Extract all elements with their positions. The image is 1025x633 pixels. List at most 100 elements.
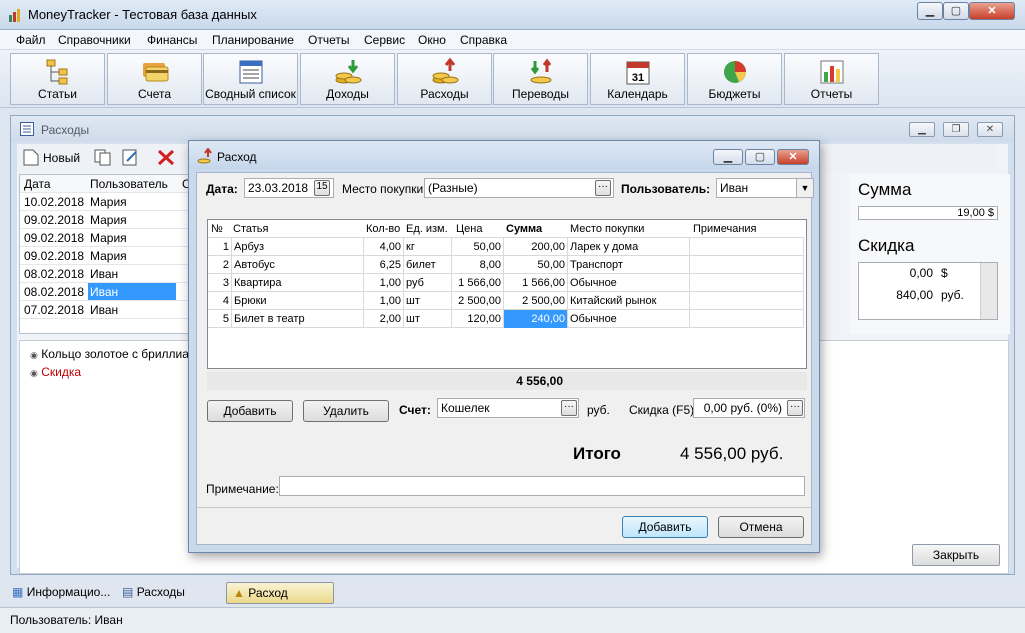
copy-icon[interactable] — [94, 149, 112, 166]
dialog-maximize-button[interactable]: ▢ — [745, 149, 775, 165]
col-header-sum[interactable]: Сумма — [506, 220, 542, 238]
cell-place: Китайский рынок — [568, 292, 690, 310]
list-row[interactable]: 09.02.2018 Мария — [20, 211, 188, 229]
col-header-unit[interactable]: Ед. изм. — [406, 220, 448, 238]
confirm-add-button[interactable]: Добавить — [622, 516, 708, 538]
toolbar-label: Переводы — [512, 87, 569, 101]
column-header-user[interactable]: Пользователь — [90, 177, 168, 191]
table-row[interactable]: 5 Билет в театр 2,00 шт 120,00 240,00 Об… — [208, 310, 804, 328]
table-row[interactable]: 3 Квартира 1,00 руб 1 566,00 1 566,00 Об… — [208, 274, 804, 292]
menu-reports[interactable]: Отчеты — [308, 33, 349, 47]
cell-price: 120,00 — [452, 310, 504, 328]
toolbar-reports-button[interactable]: Отчеты — [784, 53, 879, 105]
close-window-button[interactable]: Закрыть — [912, 544, 1000, 566]
discount-browse-button[interactable]: ··· — [787, 400, 803, 416]
discount-scrollbar[interactable] — [980, 263, 997, 319]
menu-finance[interactable]: Финансы — [147, 33, 197, 47]
coins-up-icon: ▲ — [233, 586, 245, 600]
toolbar-calendar-button[interactable]: 31 Календарь — [590, 53, 685, 105]
child-close-button[interactable]: ✕ — [977, 122, 1003, 137]
menu-service[interactable]: Сервис — [364, 33, 405, 47]
info-item-discount[interactable]: ◉ Скидка — [30, 365, 81, 379]
toolbar-accounts-button[interactable]: Счета — [107, 53, 202, 105]
place-browse-button[interactable]: ··· — [595, 180, 611, 196]
edit-icon[interactable] — [122, 149, 140, 166]
note-field[interactable] — [279, 476, 805, 496]
list-row[interactable]: 10.02.2018 Мария — [20, 193, 188, 211]
col-header-place[interactable]: Место покупки — [570, 220, 644, 238]
toolbar-label: Сводный список — [205, 87, 296, 101]
col-header-article[interactable]: Статья — [233, 220, 268, 238]
maximize-button[interactable]: ▢ — [943, 2, 969, 20]
toolbar-income-button[interactable]: Доходы — [300, 53, 395, 105]
dialog-minimize-button[interactable]: ▁ — [713, 149, 743, 165]
account-label: Счет: — [399, 403, 431, 417]
chevron-down-icon[interactable]: ▼ — [796, 179, 813, 197]
tab-information[interactable]: ▦ Информацио... — [12, 582, 117, 604]
place-field[interactable]: (Разные) — [424, 178, 614, 198]
row-date: 09.02.2018 — [24, 213, 85, 227]
row-date: 07.02.2018 — [24, 303, 85, 317]
col-header-price[interactable]: Цена — [456, 220, 482, 238]
list-row[interactable]: 09.02.2018 Мария — [20, 229, 188, 247]
menu-window[interactable]: Окно — [418, 33, 446, 47]
col-header-qty[interactable]: Кол-во — [366, 220, 400, 238]
toolbar-summary-list-button[interactable]: Сводный список — [203, 53, 298, 105]
cell-sum-selected[interactable]: 240,00 — [504, 310, 568, 328]
cell-unit: шт — [404, 292, 452, 310]
child-minimize-button[interactable]: ▁ — [909, 122, 935, 137]
col-header-num[interactable]: № — [211, 220, 223, 238]
table-row[interactable]: 2 Автобус 6,25 билет 8,00 50,00 Транспор… — [208, 256, 804, 274]
account-field[interactable]: Кошелек — [437, 398, 579, 418]
toolbar-label: Отчеты — [810, 87, 853, 101]
cancel-button[interactable]: Отмена — [718, 516, 804, 538]
sum-heading: Сумма — [858, 180, 912, 199]
status-bar: Пользователь: Иван — [0, 607, 1025, 633]
column-header-date[interactable]: Дата — [24, 177, 51, 191]
discount-list: 0,00 $ 840,00 руб. — [858, 262, 998, 320]
list-row[interactable]: 07.02.2018 Иван — [20, 301, 188, 319]
minimize-button[interactable]: ▁ — [917, 2, 943, 20]
cell-qty: 1,00 — [364, 274, 404, 292]
cell-price: 2 500,00 — [452, 292, 504, 310]
date-label: Дата: — [206, 182, 238, 196]
close-button[interactable]: ✕ — [969, 2, 1015, 20]
menu-references[interactable]: Справочники — [58, 33, 131, 47]
menu-help[interactable]: Справка — [460, 33, 507, 47]
cell-sum: 2 500,00 — [504, 292, 568, 310]
menu-planning[interactable]: Планирование — [212, 33, 294, 47]
child-restore-button[interactable]: ❐ — [943, 122, 969, 137]
menu-bar: Файл Справочники Финансы Планирование От… — [0, 30, 1025, 50]
pie-chart-icon — [724, 61, 746, 83]
info-item[interactable]: ◉ Кольцо золотое с бриллиант — [30, 347, 201, 361]
tab-expenses[interactable]: ▤ Расходы — [122, 582, 222, 604]
col-header-notes[interactable]: Примечания — [693, 220, 757, 238]
list-row[interactable]: 08.02.2018 Иван — [20, 283, 188, 301]
row-user: Иван — [90, 267, 119, 281]
delete-icon[interactable] — [157, 149, 175, 166]
toolbar-articles-button[interactable]: Статьи — [10, 53, 105, 105]
account-browse-button[interactable]: ··· — [561, 400, 577, 416]
new-button[interactable]: Новый — [43, 151, 80, 165]
menu-file[interactable]: Файл — [16, 33, 46, 47]
calendar-picker-button[interactable]: 15 — [314, 180, 330, 196]
list-icon: ▤ — [122, 585, 134, 599]
toolbar-expenses-button[interactable]: Расходы — [397, 53, 492, 105]
list-row[interactable]: 08.02.2018 Иван — [20, 265, 188, 283]
toolbar-transfers-button[interactable]: Переводы — [493, 53, 588, 105]
new-document-icon[interactable] — [23, 149, 39, 166]
dialog-close-button[interactable]: ✕ — [777, 149, 809, 165]
coins-down-icon — [335, 60, 362, 84]
list-row[interactable]: 09.02.2018 Мария — [20, 247, 188, 265]
cell-notes — [690, 256, 804, 274]
tab-label: Расходы — [136, 585, 185, 599]
table-row[interactable]: 1 Арбуз 4,00 кг 50,00 200,00 Ларек у дом… — [208, 238, 804, 256]
row-date: 08.02.2018 — [24, 267, 85, 281]
dialog-title: Расход — [217, 150, 257, 164]
toolbar-budgets-button[interactable]: Бюджеты — [687, 53, 782, 105]
add-row-button[interactable]: Добавить — [207, 400, 293, 422]
tab-expense-dialog[interactable]: ▲ Расход — [226, 582, 334, 604]
table-row[interactable]: 4 Брюки 1,00 шт 2 500,00 2 500,00 Китайс… — [208, 292, 804, 310]
row-user: Мария — [90, 231, 127, 245]
delete-row-button[interactable]: Удалить — [303, 400, 389, 422]
